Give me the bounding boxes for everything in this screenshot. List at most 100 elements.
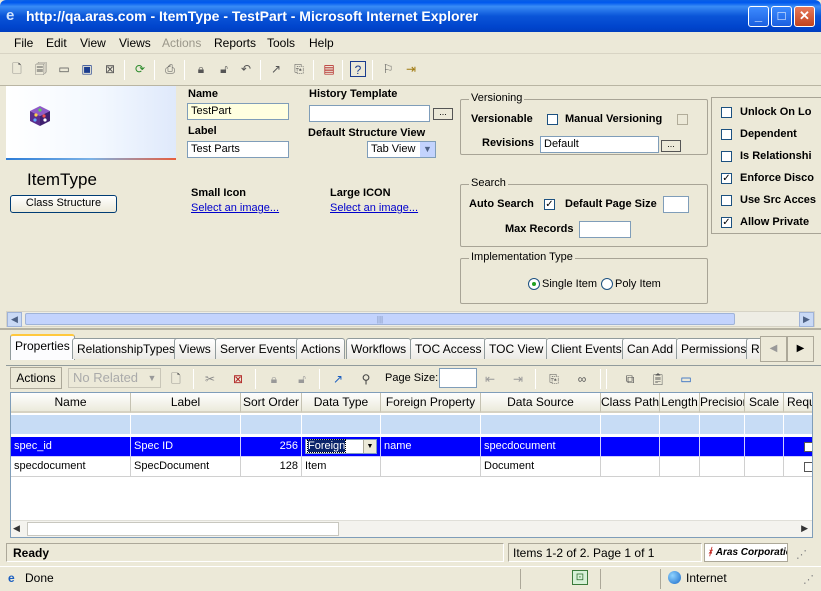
chevron-down-icon[interactable]: ▼ <box>363 440 376 453</box>
small-icon-link[interactable]: Select an image... <box>191 202 279 214</box>
minimize-button[interactable]: _ <box>748 6 769 27</box>
cell-foreign-property[interactable] <box>381 457 481 477</box>
menu-actions[interactable]: Actions <box>162 36 201 50</box>
scroll-right-icon[interactable]: ▶ <box>799 312 814 327</box>
cell-scale[interactable] <box>745 437 784 457</box>
column-header-precision[interactable]: Precision <box>700 393 745 413</box>
auto-search-checkbox[interactable]: ✓ <box>544 199 555 210</box>
view-item-icon[interactable]: ⎘ <box>546 371 562 387</box>
default-page-size-field[interactable] <box>663 196 689 213</box>
versionable-checkbox[interactable] <box>547 114 558 125</box>
tab-workflows[interactable]: Workflows <box>346 338 412 359</box>
name-field[interactable]: TestPart <box>187 103 289 120</box>
close-window-button[interactable]: ✕ <box>794 6 815 27</box>
grid-scroll-right-icon[interactable]: ▶ <box>801 523 808 534</box>
cell-length[interactable] <box>660 437 700 457</box>
help-icon[interactable]: ? <box>350 61 366 77</box>
save-icon[interactable]: ▣ <box>79 61 95 77</box>
cell-required[interactable] <box>784 437 812 457</box>
cell-length[interactable] <box>660 457 700 477</box>
column-header-foreign-property[interactable]: Foreign Property <box>381 393 481 413</box>
tab-scroll-left-icon[interactable]: ◀ <box>760 336 787 362</box>
column-header-scale[interactable]: Scale <box>745 393 784 413</box>
column-header-data-type[interactable]: Data Type <box>302 393 381 413</box>
column-header-required[interactable]: Requ <box>784 393 812 413</box>
max-records-field[interactable] <box>579 221 631 238</box>
revisions-icon[interactable]: ⎘ <box>291 61 307 77</box>
actions-button[interactable]: Actions <box>10 367 62 389</box>
cell-label[interactable]: SpecDocument <box>131 457 241 477</box>
unlock-on-logout-checkbox[interactable] <box>721 107 732 118</box>
new-icon[interactable]: 🗋 <box>9 61 25 77</box>
single-item-radio[interactable] <box>528 278 540 290</box>
close-doc-icon[interactable]: ⊠ <box>102 61 118 77</box>
cell-foreign-property[interactable]: name <box>381 437 481 457</box>
cell-class-path[interactable] <box>601 437 660 457</box>
grid-horizontal-scrollbar[interactable]: ◀ ▶ <box>11 520 812 537</box>
required-checkbox[interactable] <box>804 462 812 472</box>
link-icon[interactable]: ∞ <box>574 371 590 387</box>
previous-page-icon[interactable]: ⇤ <box>482 371 498 387</box>
tab-toc-access[interactable]: TOC Access <box>410 338 487 359</box>
column-header-sort-order[interactable]: Sort Order <box>241 393 302 413</box>
related-select[interactable]: No Related ▼ <box>68 368 161 388</box>
window-resize-grip-icon[interactable]: ⋰ <box>803 573 814 586</box>
cell-data-type[interactable]: Foreign ▼ <box>302 437 381 457</box>
cell-sort-order[interactable]: 128 <box>241 457 302 477</box>
revisions-field[interactable]: Default <box>540 136 659 153</box>
is-relationship-checkbox[interactable] <box>721 151 732 162</box>
print-preview-icon[interactable]: 🗐 <box>33 61 49 77</box>
allow-private-checkbox[interactable]: ✓ <box>721 217 732 228</box>
revisions-ellipsis-button[interactable]: ... <box>661 140 681 152</box>
tab-permissions[interactable]: Permissions <box>676 338 752 359</box>
maximize-button[interactable]: □ <box>771 6 792 27</box>
delete-row-icon[interactable]: ⊠ <box>230 371 246 387</box>
default-structure-view-select[interactable]: Tab View ▼ <box>367 141 436 158</box>
lock-row-icon[interactable]: 🔒︎ <box>266 371 282 387</box>
tab-actions[interactable]: Actions <box>296 338 346 359</box>
column-header-length[interactable]: Length <box>660 393 700 413</box>
properties-icon[interactable]: ⚐ <box>380 61 396 77</box>
undo-icon[interactable]: ↶ <box>238 61 254 77</box>
menu-file[interactable]: File <box>14 36 33 50</box>
chevron-down-icon[interactable]: ▼ <box>420 142 435 157</box>
open-icon[interactable]: ▭ <box>56 61 72 77</box>
cell-data-source[interactable]: specdocument <box>481 437 601 457</box>
menu-tools[interactable]: Tools <box>267 36 295 50</box>
report-icon[interactable]: ▤ <box>321 61 337 77</box>
tab-views[interactable]: Views <box>174 338 216 359</box>
cell-sort-order[interactable]: 256 <box>241 437 302 457</box>
grid-scroll-left-icon[interactable]: ◀ <box>13 523 20 534</box>
column-header-label[interactable]: Label <box>131 393 241 413</box>
required-checkbox[interactable] <box>804 442 812 452</box>
tab-client-events[interactable]: Client Events <box>546 338 627 359</box>
lock-icon[interactable]: 🔒︎ <box>193 61 209 77</box>
unlock-row-icon[interactable]: 🔓︎ <box>294 371 310 387</box>
unlock-icon[interactable]: 🔓︎ <box>216 61 232 77</box>
cut-icon[interactable]: ✂ <box>202 371 218 387</box>
column-header-name[interactable]: Name <box>11 393 131 413</box>
grid-view-icon[interactable]: ▭ <box>678 371 694 387</box>
copy-icon[interactable]: ⧉ <box>622 371 638 387</box>
new-row-icon[interactable]: 🗋 <box>168 371 184 387</box>
poly-item-radio[interactable] <box>601 278 613 290</box>
form-horizontal-scrollbar[interactable]: ◀ ||| ▶ <box>6 311 815 327</box>
cell-class-path[interactable] <box>601 457 660 477</box>
cell-data-type[interactable]: Item <box>302 457 381 477</box>
resize-grip-icon[interactable]: ⋰ <box>796 548 807 561</box>
cell-name[interactable]: specdocument <box>11 457 131 477</box>
cell-data-source[interactable]: Document <box>481 457 601 477</box>
column-header-data-source[interactable]: Data Source <box>481 393 601 413</box>
cell-required[interactable] <box>784 457 812 477</box>
cell-label[interactable]: Spec ID <box>131 437 241 457</box>
use-src-access-checkbox[interactable] <box>721 195 732 206</box>
data-type-select[interactable]: Foreign ▼ <box>305 439 377 454</box>
chevron-down-icon[interactable]: ▼ <box>145 370 159 386</box>
grid-scroll-thumb[interactable] <box>27 522 339 536</box>
history-template-field[interactable] <box>309 105 430 122</box>
window-title-bar[interactable]: e http://qa.aras.com - ItemType - TestPa… <box>0 0 821 32</box>
page-size-field[interactable] <box>439 368 477 388</box>
next-page-icon[interactable]: ⇥ <box>510 371 526 387</box>
tab-server-events[interactable]: Server Events <box>215 338 301 359</box>
cell-precision[interactable] <box>700 437 745 457</box>
